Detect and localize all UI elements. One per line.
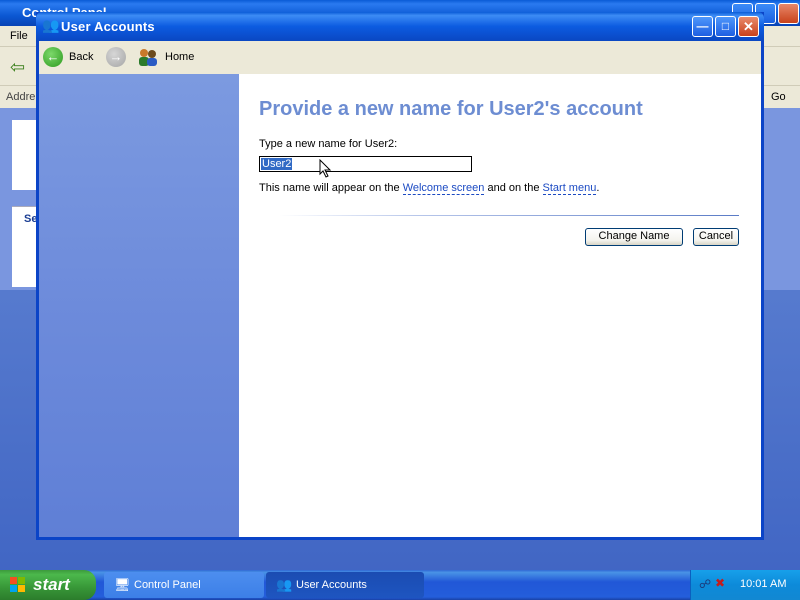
- start-button[interactable]: start: [0, 570, 96, 600]
- window-content: Provide a new name for User2's account T…: [39, 74, 761, 537]
- back-button[interactable]: ← Back: [43, 45, 103, 70]
- back-arrow-icon: ←: [43, 47, 63, 67]
- info-suffix: .: [596, 182, 600, 194]
- cp-go-button[interactable]: Go: [771, 91, 786, 103]
- control-panel-icon: 🖥: [114, 577, 131, 592]
- window-title: User Accounts: [61, 19, 155, 34]
- user-accounts-icon: 👥: [42, 17, 60, 33]
- window-titlebar[interactable]: 👥 User Accounts — □ ✕: [36, 12, 764, 41]
- maximize-icon[interactable]: □: [715, 16, 736, 37]
- taskbar: start 🖥 Control Panel 👥 User Accounts ☍ …: [0, 570, 800, 600]
- start-menu-link[interactable]: Start menu: [542, 182, 597, 195]
- cancel-button[interactable]: Cancel: [693, 228, 739, 246]
- new-name-input-value[interactable]: User2: [261, 158, 293, 170]
- home-label: Home: [165, 51, 195, 63]
- clock[interactable]: 10:01 AM: [740, 578, 786, 590]
- back-label: Back: [69, 51, 94, 63]
- info-middle: and on the: [484, 182, 543, 194]
- minimize-icon[interactable]: —: [692, 16, 713, 37]
- change-name-button[interactable]: Change Name: [585, 228, 683, 246]
- info-text: This name will appear on the Welcome scr…: [259, 182, 600, 195]
- mouse-cursor-icon: [319, 159, 332, 178]
- security-alert-icon[interactable]: ✖: [715, 576, 725, 590]
- windows-logo-icon: [10, 577, 25, 592]
- name-prompt-label: Type a new name for User2:: [259, 138, 398, 150]
- info-prefix: This name will appear on the: [259, 182, 403, 194]
- system-tray: ☍ ✖ 10:01 AM: [690, 570, 800, 600]
- task-sidebar: [39, 74, 239, 537]
- cp-menu-file[interactable]: File: [10, 30, 28, 42]
- welcome-screen-link[interactable]: Welcome screen: [402, 182, 485, 195]
- forward-button[interactable]: →: [104, 45, 128, 70]
- taskbar-item-label: User Accounts: [296, 579, 367, 591]
- taskbar-item-user-accounts[interactable]: 👥 User Accounts: [266, 572, 424, 598]
- taskbar-item-label: Control Panel: [134, 579, 201, 591]
- user-accounts-icon: 👥: [276, 577, 293, 592]
- home-users-icon: [139, 49, 157, 66]
- cp-close-icon[interactable]: [778, 3, 799, 24]
- network-icon[interactable]: ☍: [699, 577, 711, 591]
- divider: [279, 215, 739, 216]
- home-button[interactable]: Home: [137, 45, 201, 70]
- cp-panel: [12, 120, 38, 190]
- cp-back-arrow-icon[interactable]: ⇦: [10, 57, 25, 78]
- user-accounts-window: 👥 User Accounts — □ ✕ ← Back → Home Prov…: [36, 12, 764, 540]
- taskbar-item-control-panel[interactable]: 🖥 Control Panel: [104, 572, 264, 598]
- page-title: Provide a new name for User2's account: [259, 98, 643, 120]
- forward-arrow-icon: →: [106, 47, 126, 67]
- navigation-toolbar: ← Back → Home: [39, 41, 761, 74]
- start-label: start: [33, 575, 70, 594]
- main-panel: Provide a new name for User2's account T…: [239, 74, 761, 537]
- close-icon[interactable]: ✕: [738, 16, 759, 37]
- cp-address-label: Addre: [6, 91, 36, 103]
